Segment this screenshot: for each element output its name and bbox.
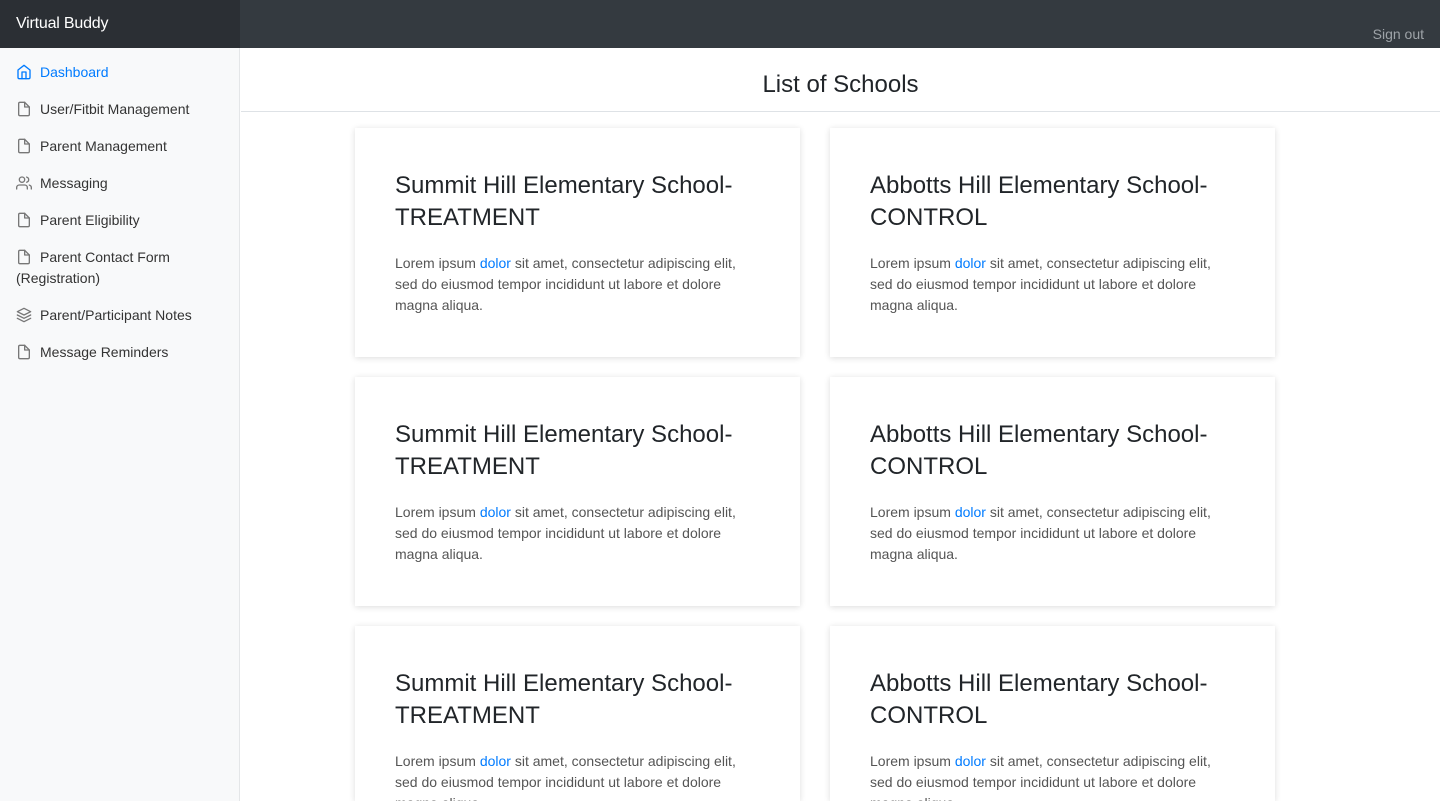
sidebar-item-parent-management[interactable]: Parent Management: [16, 136, 232, 157]
file-icon: [16, 249, 32, 265]
sidebar-item-dashboard[interactable]: Dashboard: [16, 62, 232, 83]
users-icon: [16, 175, 32, 191]
card-text-before: Lorem ipsum: [395, 255, 480, 271]
sidebar: Dashboard User/Fitbit Management Parent …: [0, 48, 240, 801]
sidebar-item-parent-participant-notes[interactable]: Parent/Participant Notes: [16, 305, 232, 326]
brand-logo[interactable]: Virtual Buddy: [0, 0, 240, 48]
school-card[interactable]: Abbotts Hill Elementary School-CONTROL L…: [830, 377, 1275, 606]
school-card-title: Abbotts Hill Elementary School-CONTROL: [870, 421, 1208, 480]
card-link[interactable]: dolor: [480, 504, 511, 520]
file-icon: [16, 138, 32, 154]
sidebar-item-label: Parent Contact Form (Registration): [16, 249, 170, 286]
top-navbar: Virtual Buddy Sign out: [0, 0, 1440, 48]
sidebar-item-label: Parent Eligibility: [40, 212, 140, 228]
card-link[interactable]: dolor: [955, 255, 986, 271]
school-card-description: Lorem ipsum dolor sit amet, consectetur …: [870, 751, 1235, 801]
school-card-description: Lorem ipsum dolor sit amet, consectetur …: [395, 502, 760, 565]
school-card-description: Lorem ipsum dolor sit amet, consectetur …: [395, 253, 760, 316]
card-text-before: Lorem ipsum: [870, 255, 955, 271]
school-card-title: Summit Hill Elementary School-TREATMENT: [395, 421, 733, 480]
card-link[interactable]: dolor: [480, 255, 511, 271]
school-card-description: Lorem ipsum dolor sit amet, consectetur …: [870, 253, 1235, 316]
sidebar-item-label: Message Reminders: [40, 344, 169, 360]
sidebar-item-label: Parent Management: [40, 138, 167, 154]
sidebar-item-parent-contact-form[interactable]: Parent Contact Form (Registration): [16, 247, 196, 289]
file-icon: [16, 212, 32, 228]
school-card[interactable]: Summit Hill Elementary School-TREATMENT …: [355, 377, 800, 606]
school-card[interactable]: Summit Hill Elementary School-TREATMENT …: [355, 128, 800, 357]
file-icon: [16, 101, 32, 117]
card-link[interactable]: dolor: [955, 753, 986, 769]
school-card[interactable]: Abbotts Hill Elementary School-CONTROL L…: [830, 626, 1275, 801]
card-text-before: Lorem ipsum: [870, 753, 955, 769]
card-text-before: Lorem ipsum: [395, 753, 480, 769]
file-icon: [16, 344, 32, 360]
sidebar-item-message-reminders[interactable]: Message Reminders: [16, 342, 232, 363]
sidebar-item-label: User/Fitbit Management: [40, 101, 190, 117]
sign-out-link[interactable]: Sign out: [1373, 24, 1424, 44]
card-link[interactable]: dolor: [955, 504, 986, 520]
card-text-before: Lorem ipsum: [870, 504, 955, 520]
school-card[interactable]: Summit Hill Elementary School-TREATMENT …: [355, 626, 800, 801]
school-card-title: Abbotts Hill Elementary School-CONTROL: [870, 670, 1208, 729]
sidebar-item-label: Messaging: [40, 175, 108, 191]
sidebar-item-messaging[interactable]: Messaging: [16, 173, 232, 194]
school-card-description: Lorem ipsum dolor sit amet, consectetur …: [395, 751, 760, 801]
school-card[interactable]: Abbotts Hill Elementary School-CONTROL L…: [830, 128, 1275, 357]
card-link[interactable]: dolor: [480, 753, 511, 769]
school-card-description: Lorem ipsum dolor sit amet, consectetur …: [870, 502, 1235, 565]
sidebar-item-label: Dashboard: [40, 64, 109, 80]
sidebar-item-parent-eligibility[interactable]: Parent Eligibility: [16, 210, 232, 231]
school-card-title: Abbotts Hill Elementary School-CONTROL: [870, 172, 1208, 231]
page-title: List of Schools: [241, 48, 1440, 112]
school-card-title: Summit Hill Elementary School-TREATMENT: [395, 172, 733, 231]
sidebar-item-label: Parent/Participant Notes: [40, 307, 192, 323]
card-text-before: Lorem ipsum: [395, 504, 480, 520]
home-icon: [16, 64, 32, 80]
school-card-title: Summit Hill Elementary School-TREATMENT: [395, 670, 733, 729]
sidebar-item-user-fitbit-management[interactable]: User/Fitbit Management: [16, 99, 232, 120]
layers-icon: [16, 307, 32, 323]
